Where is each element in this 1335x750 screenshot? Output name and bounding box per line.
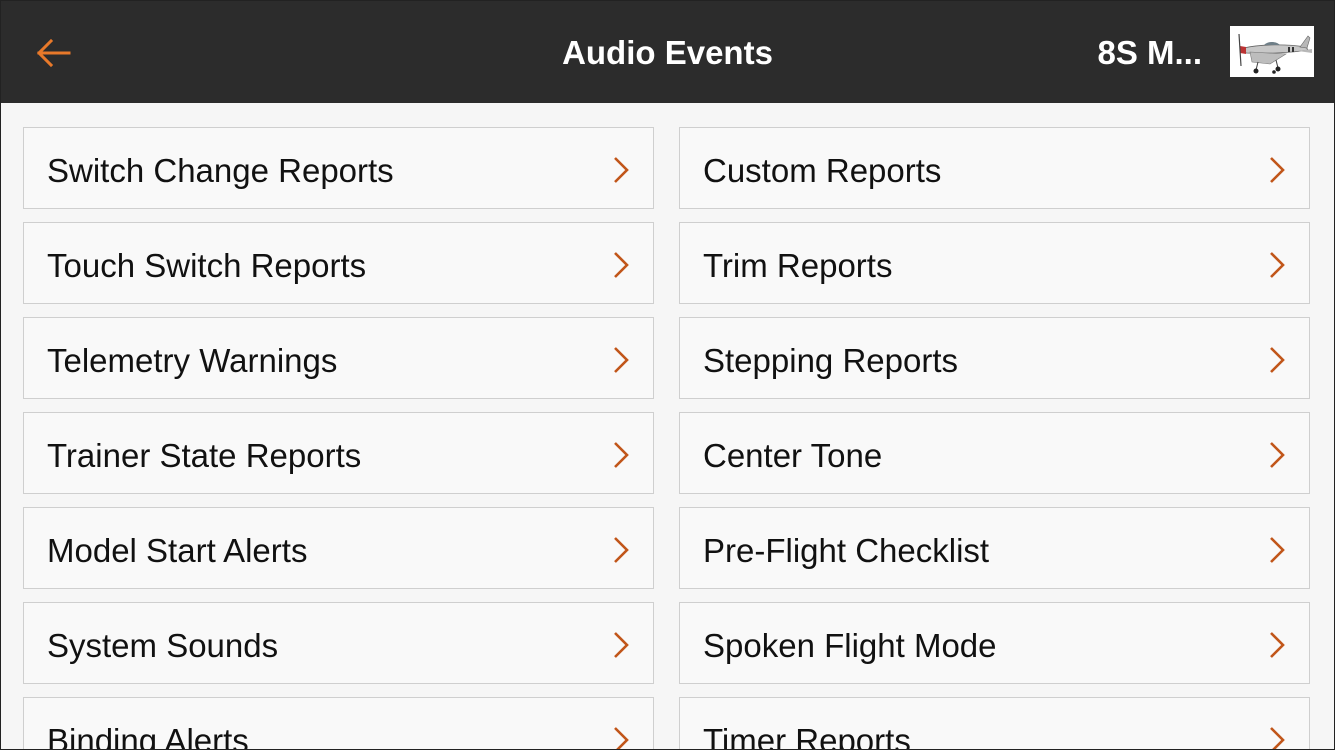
- menu-item-label: Switch Change Reports: [47, 152, 394, 189]
- chevron-right-icon: [614, 537, 629, 563]
- chevron-right-icon: [1270, 442, 1285, 468]
- menu-item-model-start-alerts[interactable]: Model Start Alerts: [23, 507, 654, 589]
- airplane-icon: [1238, 33, 1312, 74]
- menu-item-label: Stepping Reports: [703, 342, 958, 379]
- back-button[interactable]: [23, 25, 83, 81]
- chevron-right-icon: [614, 157, 629, 183]
- menu-item-telemetry-warnings[interactable]: Telemetry Warnings: [23, 317, 654, 399]
- chevron-right-icon: [1270, 727, 1285, 749]
- model-name[interactable]: 8S M...: [1097, 1, 1202, 103]
- menu-item-label: Model Start Alerts: [47, 532, 308, 569]
- menu-item-center-tone[interactable]: Center Tone: [679, 412, 1310, 494]
- arrow-left-icon: [36, 38, 71, 68]
- chevron-right-icon: [614, 727, 629, 749]
- menu-item-label: Timer Reports: [703, 722, 911, 750]
- model-thumbnail[interactable]: [1230, 26, 1314, 77]
- chevron-right-icon: [614, 347, 629, 373]
- menu-item-label: Spoken Flight Mode: [703, 627, 997, 664]
- menu-item-touch-switch-reports[interactable]: Touch Switch Reports: [23, 222, 654, 304]
- menu-item-switch-change-reports[interactable]: Switch Change Reports: [23, 127, 654, 209]
- menu-item-label: Binding Alerts: [47, 722, 249, 750]
- menu-item-custom-reports[interactable]: Custom Reports: [679, 127, 1310, 209]
- menu-item-binding-alerts[interactable]: Binding Alerts: [23, 697, 654, 750]
- chevron-right-icon: [614, 252, 629, 278]
- screen: Audio Events 8S M... Switch Change Repor…: [0, 0, 1335, 750]
- top-bar: Audio Events 8S M...: [1, 1, 1334, 103]
- menu-item-label: Touch Switch Reports: [47, 247, 367, 284]
- chevron-right-icon: [1270, 537, 1285, 563]
- chevron-right-icon: [1270, 157, 1285, 183]
- menu-item-trim-reports[interactable]: Trim Reports: [679, 222, 1310, 304]
- menu-item-stepping-reports[interactable]: Stepping Reports: [679, 317, 1310, 399]
- menu-item-pre-flight-checklist[interactable]: Pre-Flight Checklist: [679, 507, 1310, 589]
- chevron-right-icon: [1270, 632, 1285, 658]
- menu-item-label: System Sounds: [47, 627, 279, 664]
- chevron-right-icon: [614, 632, 629, 658]
- menu-item-trainer-state-reports[interactable]: Trainer State Reports: [23, 412, 654, 494]
- menu-item-label: Trim Reports: [703, 247, 893, 284]
- chevron-right-icon: [1270, 252, 1285, 278]
- menu-item-label: Custom Reports: [703, 152, 942, 189]
- chevron-right-icon: [1270, 347, 1285, 373]
- menu-item-spoken-flight-mode[interactable]: Spoken Flight Mode: [679, 602, 1310, 684]
- menu-item-system-sounds[interactable]: System Sounds: [23, 602, 654, 684]
- menu-item-label: Telemetry Warnings: [47, 342, 338, 379]
- menu-item-label: Pre-Flight Checklist: [703, 532, 990, 569]
- menu-item-label: Trainer State Reports: [47, 437, 362, 474]
- chevron-right-icon: [614, 442, 629, 468]
- menu-item-timer-reports[interactable]: Timer Reports: [679, 697, 1310, 750]
- menu-item-label: Center Tone: [703, 437, 883, 474]
